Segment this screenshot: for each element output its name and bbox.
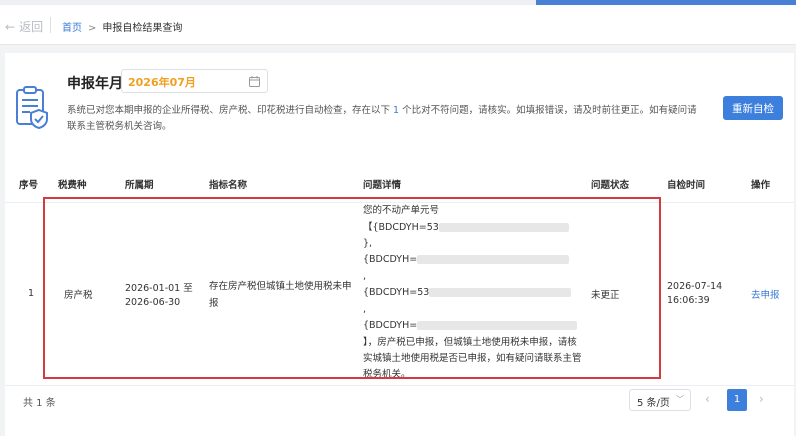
issue-line-2-text: 【{BDCDYH=53 — [363, 221, 439, 233]
issue-line-2: 【{BDCDYH=53 — [363, 220, 587, 236]
header-indicator: 指标名称 — [205, 166, 359, 203]
back-label: 返回 — [19, 20, 44, 34]
total-count: 共 1 条 — [23, 398, 56, 409]
declare-link[interactable]: 去申报 — [751, 290, 780, 301]
description-prefix: 系统已对您本期申报的企业所得税、房产税、印花税进行自动检查，存在以下 — [67, 105, 391, 116]
issue-count: 1 — [393, 105, 400, 116]
breadcrumb-separator: > — [88, 23, 97, 34]
main-panel: 申报年月 2026年07月 系统已对您本期申报的企业所得税、房产税、印花税进行自… — [5, 53, 794, 436]
period-end: 2026-06-30 — [125, 296, 181, 308]
issue-line-4: {BDCDYH= — [363, 252, 587, 268]
header-index: 序号 — [5, 166, 54, 203]
results-table: 序号 税费种 所属期 指标名称 问题详情 问题状态 自检时间 操作 1 房产税 … — [5, 166, 794, 386]
redacted-block — [417, 255, 570, 265]
issue-line-5: , — [363, 270, 367, 282]
date-picker[interactable]: 2026年07月 — [121, 69, 268, 93]
page-size-select[interactable]: 5 条/页 ﹀ — [629, 389, 691, 411]
issue-line-11: 税务机关。 — [363, 369, 411, 381]
back-button[interactable]: ← 返回 — [5, 18, 43, 35]
prev-page-button[interactable]: ‹ — [705, 392, 710, 406]
indicator-line1: 存在房产税但城镇土地使用税未申 — [209, 281, 352, 292]
issue-line-8-text: {BDCDYH= — [363, 320, 418, 332]
calendar-icon — [249, 76, 260, 87]
header-status: 问题状态 — [587, 166, 663, 203]
page-title: 申报年月 — [67, 76, 123, 92]
navigation-bar: ← 返回 首页 > 申报自检结果查询 — [0, 5, 796, 45]
issue-line-7: , — [363, 303, 367, 315]
breadcrumb-home-link[interactable]: 首页 — [62, 23, 82, 34]
indicator-line2: 报 — [209, 298, 219, 309]
issue-line-1: 您的不动产单元号 — [363, 205, 440, 217]
description-line2: 联系主管税务机关咨询。 — [67, 121, 172, 132]
recheck-button[interactable]: 重新自检 — [723, 96, 783, 120]
row-indicator: 存在房产税但城镇土地使用税未申 报 — [205, 202, 359, 386]
table-header-row: 序号 税费种 所属期 指标名称 问题详情 问题状态 自检时间 操作 — [5, 166, 794, 203]
row-check-time: 2026-07-14 16:06:39 — [663, 202, 747, 386]
nav-divider — [50, 17, 51, 33]
redacted-block — [438, 222, 569, 232]
header-check-time: 自检时间 — [663, 166, 747, 203]
row-tax-type: 房产税 — [54, 202, 121, 386]
redacted-block — [417, 321, 578, 331]
issue-line-3: }, — [363, 238, 373, 250]
table-row: 1 房产税 2026-01-01 至 2026-06-30 存在房产税但城镇土地… — [5, 202, 794, 386]
document-shield-icon — [16, 86, 48, 130]
header-tax-type: 税费种 — [54, 166, 121, 203]
row-status: 未更正 — [587, 202, 663, 386]
row-issue-detail: 您的不动产单元号 【{BDCDYH=53 }, {BDCDYH= , {BDCD… — [359, 202, 587, 386]
issue-line-6-text: {BDCDYH=53 — [363, 287, 430, 299]
next-page-button[interactable]: › — [759, 392, 764, 406]
header-action: 操作 — [747, 166, 794, 203]
issue-line-4-text: {BDCDYH= — [363, 254, 418, 266]
date-value: 2026年07月 — [128, 76, 196, 89]
issue-line-8: {BDCDYH= — [363, 318, 587, 334]
chevron-down-icon: ﹀ — [676, 395, 684, 404]
back-arrow-icon: ← — [5, 20, 16, 34]
page-1-button[interactable]: 1 — [727, 389, 747, 411]
header-issue-detail: 问题详情 — [359, 166, 587, 203]
row-action-cell: 去申报 — [747, 202, 794, 386]
check-date: 2026-07-14 — [667, 281, 723, 292]
issue-line-9: 】，房产税已申报，但城镇土地使用税未申报，请核 — [363, 336, 577, 348]
check-description: 系统已对您本期申报的企业所得税、房产税、印花税进行自动检查，存在以下 1 个比对… — [67, 103, 707, 135]
description-mid: 个比对不符问题，请核实。如填报错误，请及时前往更正。如有疑问请 — [402, 105, 697, 116]
redacted-block — [429, 288, 572, 298]
issue-line-10: 实城镇土地使用税是否已申报，如有疑问请联系主管 — [363, 352, 582, 364]
row-period: 2026-01-01 至 2026-06-30 — [121, 202, 205, 386]
breadcrumb: 首页 > 申报自检结果查询 — [62, 19, 182, 34]
row-index: 1 — [5, 202, 54, 386]
page-size-value: 5 条/页 — [637, 398, 670, 409]
check-clock: 16:06:39 — [667, 295, 710, 306]
breadcrumb-current: 申报自检结果查询 — [102, 23, 183, 34]
header-period: 所属期 — [121, 166, 205, 203]
issue-line-6: {BDCDYH=53 — [363, 285, 587, 301]
period-start: 2026-01-01 至 — [125, 282, 193, 294]
